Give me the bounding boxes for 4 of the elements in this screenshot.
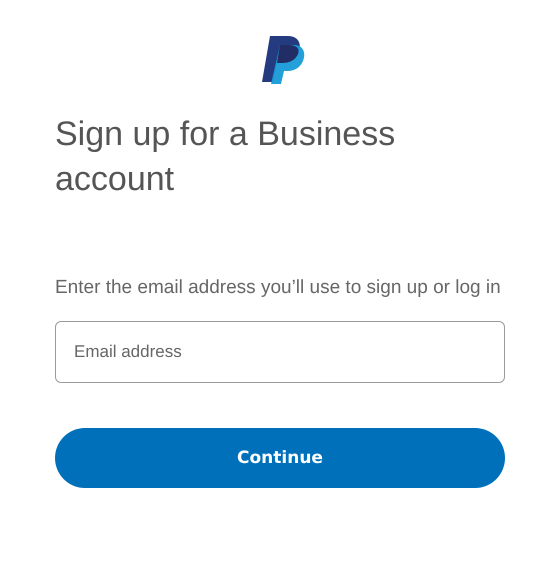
page-title: Sign up for a Business account — [55, 114, 396, 200]
email-field[interactable]: Email address — [55, 321, 505, 383]
instruction-text: Enter the email address you’ll use to sign up or log in — [55, 276, 502, 300]
continue-button[interactable]: Continue — [55, 428, 505, 488]
